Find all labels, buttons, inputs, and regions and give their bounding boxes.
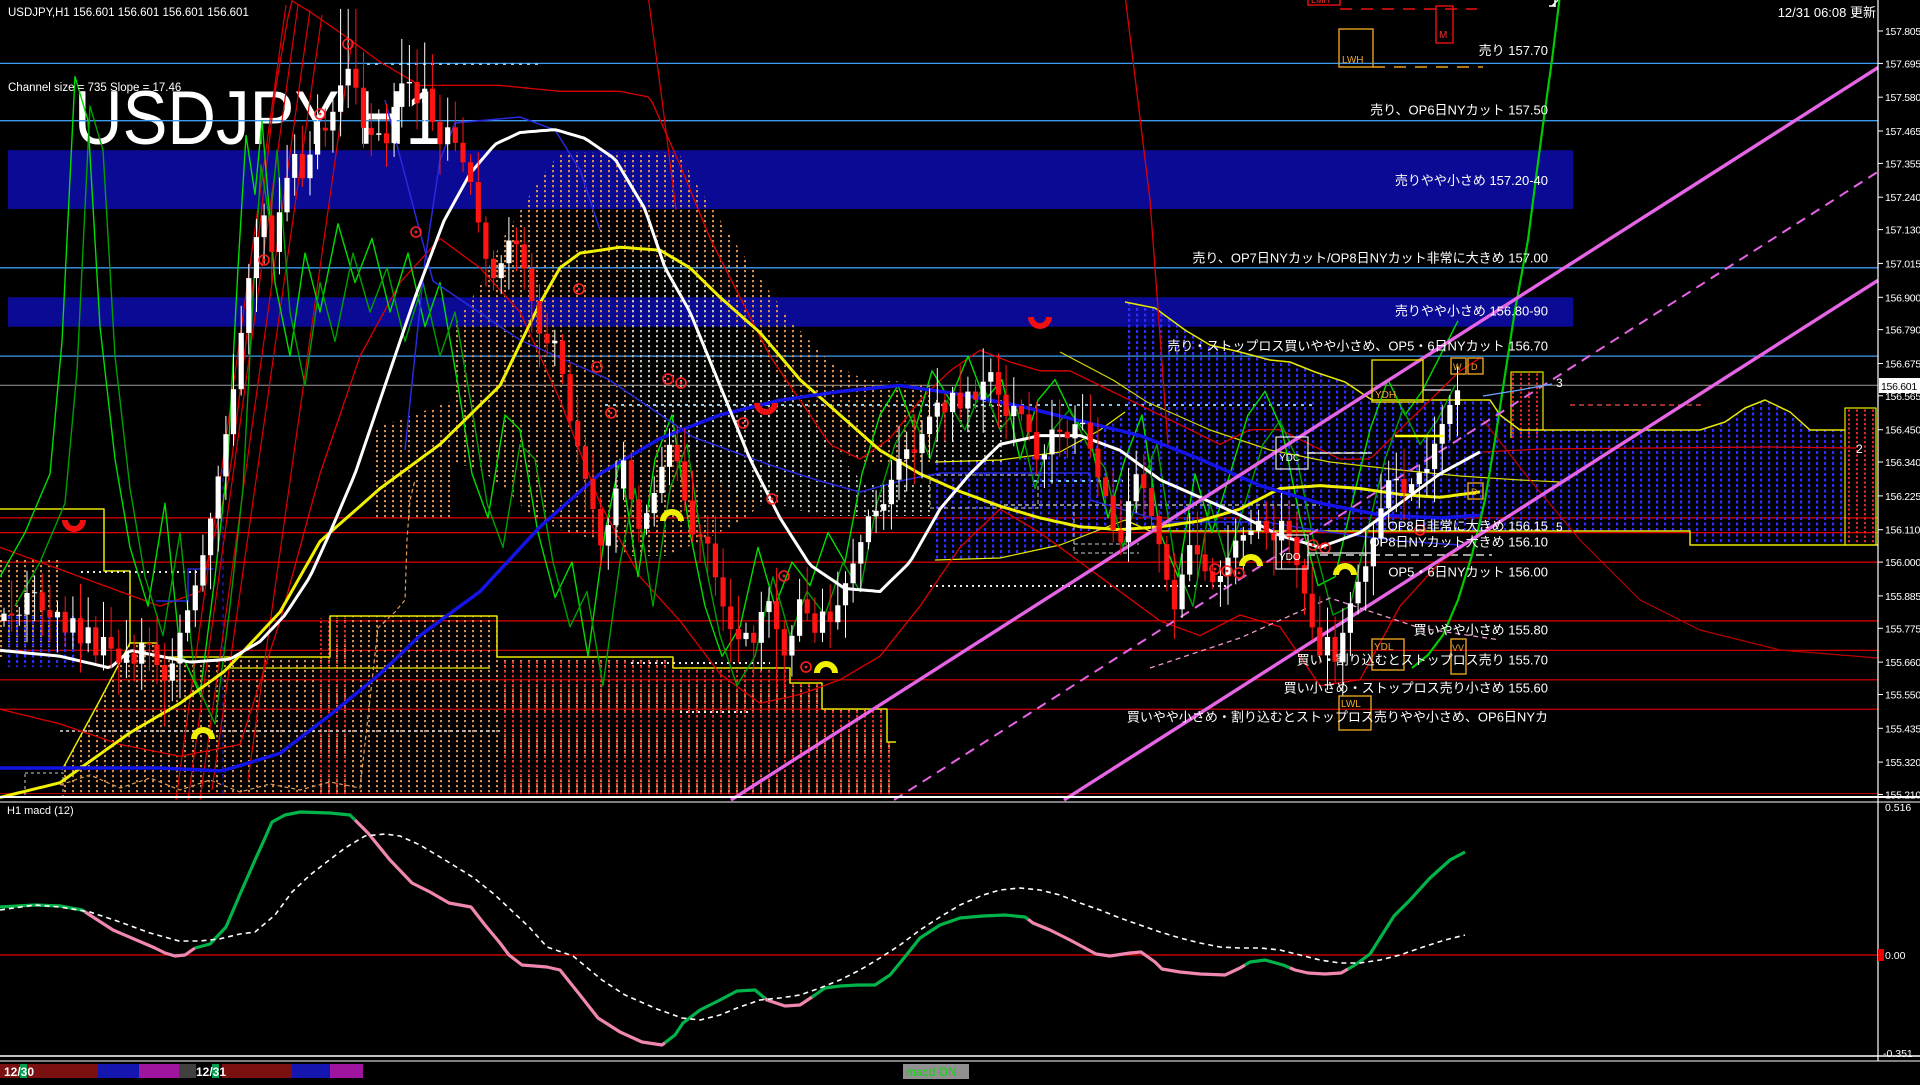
svg-text:YDO: YDO: [1279, 552, 1301, 563]
svg-text:OP8日非常に大きめ 156.15: OP8日非常に大きめ 156.15: [1388, 519, 1548, 534]
svg-text:YDH: YDH: [1375, 390, 1396, 401]
svg-text:売り 157.70: 売り 157.70: [1479, 43, 1548, 58]
svg-text:売り、OP7日NYカット/OP8日NYカット非常に大きめ 1: 売り、OP7日NYカット/OP8日NYカット非常に大きめ 157.00: [1192, 251, 1548, 266]
svg-text:157.240: 157.240: [1885, 192, 1920, 204]
svg-text:YDL: YDL: [1374, 642, 1394, 653]
svg-text:macd ON: macd ON: [906, 1065, 957, 1079]
svg-text:LMH: LMH: [1311, 0, 1330, 5]
svg-text:12/31 06:08 更新: 12/31 06:08 更新: [1778, 5, 1876, 20]
svg-text:157.465: 157.465: [1885, 126, 1920, 138]
svg-text:156.450: 156.450: [1885, 425, 1920, 437]
svg-text:3: 3: [1556, 376, 1563, 390]
svg-text:155.660: 155.660: [1885, 657, 1920, 669]
svg-text:156.000: 156.000: [1885, 557, 1920, 569]
svg-text:12/31: 12/31: [196, 1065, 226, 1079]
svg-text:H1 macd (12): H1 macd (12): [7, 805, 74, 817]
svg-text:買い小さめ・ストップロス売り小さめ 155.60: 買い小さめ・ストップロス売り小さめ 155.60: [1284, 681, 1548, 696]
svg-text:W: W: [1453, 362, 1462, 372]
svg-text:買いやや小さめ・割り込むとストップロス売りやや小さめ、OP6: 買いやや小さめ・割り込むとストップロス売りやや小さめ、OP6日NYカ: [1127, 710, 1548, 725]
svg-text:LWH: LWH: [1342, 55, 1363, 66]
svg-text:買いやや小さめ 155.80: 買いやや小さめ 155.80: [1414, 623, 1548, 638]
svg-text:156.340: 156.340: [1885, 457, 1920, 469]
svg-text:157.130: 157.130: [1885, 225, 1920, 237]
svg-text:156.790: 156.790: [1885, 325, 1920, 337]
svg-text:156.601: 156.601: [1881, 381, 1917, 393]
svg-text:155.435: 155.435: [1885, 723, 1920, 735]
svg-text:155.320: 155.320: [1885, 757, 1920, 769]
svg-text:156.225: 156.225: [1885, 491, 1920, 503]
svg-text:155.210: 155.210: [1885, 790, 1920, 802]
svg-text:2: 2: [1856, 442, 1863, 456]
svg-text:156.900: 156.900: [1885, 292, 1920, 304]
svg-text:LWL: LWL: [1341, 699, 1361, 710]
svg-text:売り、OP6日NYカット 157.50: 売り、OP6日NYカット 157.50: [1370, 103, 1548, 118]
svg-text:157.695: 157.695: [1885, 58, 1920, 70]
svg-text:0.516: 0.516: [1885, 802, 1911, 814]
svg-text:D: D: [1471, 362, 1478, 372]
svg-text:5: 5: [1556, 520, 1563, 534]
svg-text:-0.351: -0.351: [1883, 1048, 1913, 1060]
svg-text:OP8日NYカット大きめ 156.10: OP8日NYカット大きめ 156.10: [1370, 535, 1548, 550]
svg-text:OP5・6日NYカット 156.00: OP5・6日NYカット 156.00: [1388, 565, 1548, 580]
svg-text:売り・ストップロス買いやや小さめ、OP5・6日NYカット 1: 売り・ストップロス買いやや小さめ、OP5・6日NYカット 156.70: [1167, 339, 1548, 354]
svg-text:155.885: 155.885: [1885, 591, 1920, 603]
svg-text:156.110: 156.110: [1885, 525, 1920, 537]
svg-text:VV: VV: [1452, 643, 1464, 653]
svg-text:156.675: 156.675: [1885, 359, 1920, 371]
svg-text:0.00: 0.00: [1885, 950, 1906, 962]
svg-text:買い・割り込むとストップロス売り 155.70: 買い・割り込むとストップロス売り 155.70: [1297, 653, 1548, 668]
svg-text:155.550: 155.550: [1885, 690, 1920, 702]
svg-text:12/30: 12/30: [4, 1065, 34, 1079]
svg-text:M: M: [1439, 30, 1447, 41]
svg-text:155.775: 155.775: [1885, 623, 1920, 635]
svg-text:Channel size = 735 Slope = 17.: Channel size = 735 Slope = 17.46: [8, 82, 181, 94]
svg-text:157.355: 157.355: [1885, 158, 1920, 170]
svg-text:売りやや小さめ 157.20-40: 売りやや小さめ 157.20-40: [1395, 173, 1548, 188]
svg-text:157.805: 157.805: [1885, 26, 1920, 38]
svg-text:売りやや小さめ 156.80-90: 売りやや小さめ 156.80-90: [1395, 304, 1548, 319]
svg-text:USDJPY,H1 156.601 156.601 156: USDJPY,H1 156.601 156.601 156.601 156.60…: [8, 7, 249, 19]
svg-text:157.015: 157.015: [1885, 258, 1920, 270]
svg-text:D: D: [1471, 487, 1478, 497]
svg-text:157.580: 157.580: [1885, 92, 1920, 104]
svg-text:YDC: YDC: [1279, 453, 1300, 464]
